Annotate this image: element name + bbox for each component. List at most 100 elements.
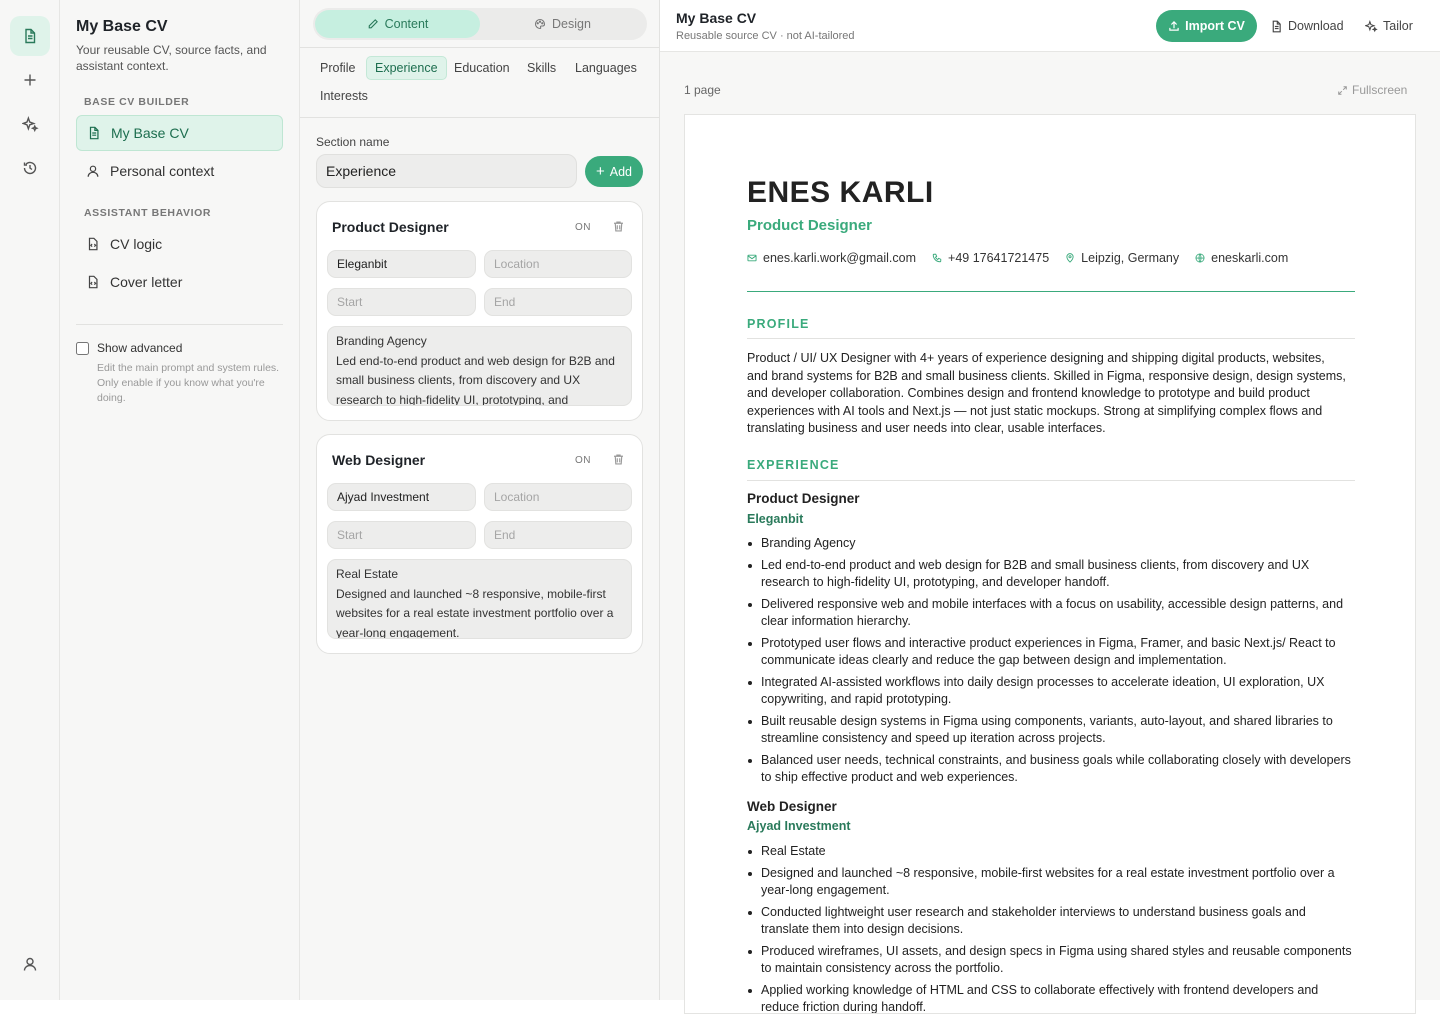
upload-icon	[1168, 20, 1180, 32]
sidebar-subtitle: Your reusable CV, source facts, and assi…	[76, 42, 286, 74]
divider	[747, 480, 1355, 481]
end-field[interactable]: End	[484, 288, 632, 316]
description-textarea[interactable]: Real Estate Designed and launched ~8 res…	[327, 559, 632, 639]
description-textarea[interactable]: Branding Agency Led end-to-end product a…	[327, 326, 632, 406]
tab-design[interactable]: Design	[480, 10, 645, 38]
sidebar-item-label: CV logic	[110, 236, 162, 252]
end-field[interactable]: End	[484, 521, 632, 549]
sidebar-item-my-base-cv[interactable]: My Base CV	[76, 115, 283, 151]
bullet-item: Designed and launched ~8 responsive, mob…	[747, 865, 1355, 900]
preview-area: My Base CV Reusable source CV · not AI-t…	[660, 0, 1440, 1000]
file-icon	[1270, 20, 1283, 33]
pencil-icon	[367, 18, 379, 30]
start-field[interactable]: Start	[327, 288, 476, 316]
tab-languages[interactable]: Languages	[567, 56, 645, 80]
divider	[76, 324, 283, 325]
tab-content[interactable]: Content	[315, 10, 480, 38]
section-heading-builder: BASE CV BUILDER	[84, 96, 189, 108]
tab-profile[interactable]: Profile	[312, 56, 363, 80]
document-icon	[87, 126, 101, 140]
contact-phone: +49 17641721475	[932, 251, 1049, 265]
user-icon	[86, 164, 100, 178]
section-name-label: Section name	[316, 135, 389, 149]
sidebar: My Base CV Your reusable CV, source fact…	[60, 0, 300, 1000]
contact-email: enes.karli.work@gmail.com	[747, 251, 916, 265]
sidebar-item-label: Personal context	[110, 163, 214, 179]
import-cv-button[interactable]: Import CV	[1156, 10, 1257, 42]
download-label: Download	[1288, 19, 1344, 33]
job-company: Eleganbit	[747, 512, 803, 526]
cv-name: ENES KARLI	[747, 175, 934, 211]
sidebar-item-personal-context[interactable]: Personal context	[76, 153, 283, 189]
expand-icon	[1337, 85, 1348, 96]
tailor-label: Tailor	[1383, 19, 1413, 33]
company-field[interactable]: Eleganbit	[327, 250, 476, 278]
divider	[747, 291, 1355, 292]
add-button-label: Add	[610, 165, 632, 179]
section-name-input[interactable]: Experience	[316, 154, 577, 188]
advanced-row[interactable]: Show advanced	[76, 341, 286, 355]
sparkle-icon	[1365, 20, 1378, 33]
bullet-item: Real Estate	[747, 843, 1355, 861]
job-company: Ajyad Investment	[747, 819, 851, 833]
map-pin-icon	[1065, 253, 1075, 263]
tab-label: Content	[385, 17, 429, 31]
palette-icon	[534, 18, 546, 30]
sidebar-item-label: Cover letter	[110, 274, 182, 290]
entry-toggle[interactable]: ON	[575, 455, 591, 466]
tab-experience[interactable]: Experience	[366, 56, 447, 80]
preview-header: My Base CV Reusable source CV · not AI-t…	[660, 0, 1440, 52]
divider	[747, 338, 1355, 339]
tab-skills[interactable]: Skills	[519, 56, 564, 80]
cv-document: ENES KARLI Product Designer enes.karli.w…	[684, 114, 1416, 1014]
experience-heading: EXPERIENCE	[747, 458, 840, 472]
show-advanced-label: Show advanced	[97, 341, 182, 355]
bullet-item: Produced wireframes, UI assets, and desi…	[747, 943, 1355, 978]
tailor-button[interactable]: Tailor	[1365, 10, 1413, 42]
profile-heading: PROFILE	[747, 317, 810, 331]
email-text: enes.karli.work@gmail.com	[763, 251, 916, 265]
sidebar-item-cv-logic[interactable]: CV logic	[76, 226, 283, 262]
job-bullets: Real Estate Designed and launched ~8 res…	[747, 843, 1355, 1014]
bullet-item: Branding Agency	[747, 535, 1355, 553]
job-bullets: Branding Agency Led end-to-end product a…	[747, 535, 1355, 791]
bullet-item: Delivered responsive web and mobile inte…	[747, 596, 1355, 631]
tab-label: Design	[552, 17, 591, 31]
code-file-icon	[86, 237, 100, 251]
show-advanced-checkbox[interactable]	[76, 342, 89, 355]
entry-toggle[interactable]: ON	[575, 222, 591, 233]
page-count: 1 page	[684, 83, 721, 97]
bullet-item: Conducted lightweight user research and …	[747, 904, 1355, 939]
cv-role: Product Designer	[747, 217, 872, 234]
history-icon[interactable]	[10, 148, 50, 188]
tab-interests[interactable]: Interests	[312, 84, 376, 108]
trash-icon[interactable]	[612, 220, 625, 238]
tab-education[interactable]: Education	[446, 56, 518, 80]
trash-icon[interactable]	[612, 453, 625, 471]
user-icon[interactable]	[10, 944, 50, 984]
globe-icon	[1195, 253, 1205, 263]
fullscreen-button[interactable]: Fullscreen	[1337, 83, 1407, 97]
bullet-item: Integrated AI-assisted workflows into da…	[747, 674, 1355, 709]
download-button[interactable]: Download	[1270, 10, 1344, 42]
advanced-toggle: Show advanced Edit the main prompt and s…	[76, 341, 286, 406]
document-icon[interactable]	[10, 16, 50, 56]
company-field[interactable]: Ajyad Investment	[327, 483, 476, 511]
section-heading-behavior: ASSISTANT BEHAVIOR	[84, 207, 211, 219]
plus-icon[interactable]	[10, 60, 50, 100]
location-field[interactable]: Location	[484, 250, 632, 278]
website-text: eneskarli.com	[1211, 251, 1288, 265]
sidebar-title: My Base CV	[76, 18, 168, 36]
entry-title: Web Designer	[332, 452, 425, 468]
phone-text: +49 17641721475	[948, 251, 1049, 265]
location-field[interactable]: Location	[484, 483, 632, 511]
sidebar-item-cover-letter[interactable]: Cover letter	[76, 264, 283, 300]
sparkle-icon[interactable]	[10, 104, 50, 144]
divider	[300, 117, 660, 118]
job-title: Product Designer	[747, 491, 860, 506]
add-button[interactable]: + Add	[585, 156, 643, 187]
bullet-item: Led end-to-end product and web design fo…	[747, 557, 1355, 592]
phone-icon	[932, 253, 942, 263]
start-field[interactable]: Start	[327, 521, 476, 549]
contact-location: Leipzig, Germany	[1065, 251, 1179, 265]
